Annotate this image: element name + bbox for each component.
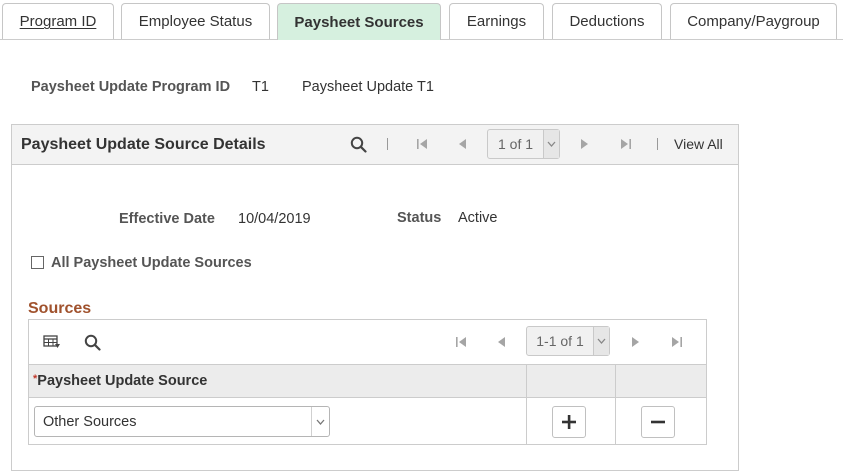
tab-program-id[interactable]: Program ID bbox=[2, 3, 114, 39]
next-icon[interactable] bbox=[629, 333, 643, 351]
chevron-down-icon bbox=[543, 130, 559, 158]
plus-icon bbox=[561, 414, 577, 430]
column-divider bbox=[526, 365, 527, 444]
tab-label: Earnings bbox=[466, 13, 527, 30]
all-sources-checkbox[interactable] bbox=[31, 256, 44, 269]
tab-label: Program ID bbox=[19, 13, 97, 30]
details-pager-select[interactable]: 1 of 1 bbox=[487, 129, 560, 159]
sources-grid-toolbar: 1-1 of 1 bbox=[29, 320, 706, 365]
column-header-label: Paysheet Update Source bbox=[37, 373, 208, 389]
source-details-header: Paysheet Update Source Details 1 of 1 Vi… bbox=[12, 125, 738, 165]
effective-date-value: 10/04/2019 bbox=[238, 211, 311, 227]
last-page-icon[interactable] bbox=[669, 333, 685, 351]
status-label: Status bbox=[397, 210, 442, 226]
source-details-title: Paysheet Update Source Details bbox=[21, 136, 266, 153]
column-header-paysheet-update-source: *Paysheet Update Source bbox=[33, 373, 207, 389]
tab-earnings[interactable]: Earnings bbox=[449, 3, 544, 39]
search-icon[interactable] bbox=[82, 332, 102, 352]
previous-icon[interactable] bbox=[455, 135, 469, 153]
previous-icon[interactable] bbox=[494, 333, 508, 351]
sources-grid-header: *Paysheet Update Source bbox=[29, 365, 706, 398]
last-page-icon[interactable] bbox=[618, 135, 634, 153]
minus-icon bbox=[650, 414, 666, 430]
toolbar-separator bbox=[657, 138, 658, 150]
tab-company-paygroup[interactable]: Company/Paygroup bbox=[670, 3, 837, 39]
chevron-down-icon bbox=[593, 327, 609, 355]
tab-employee-status[interactable]: Employee Status bbox=[121, 3, 270, 39]
paysheet-update-source-value: Other Sources bbox=[43, 414, 137, 430]
effective-date-label: Effective Date bbox=[119, 211, 215, 227]
tab-label: Deductions bbox=[569, 13, 645, 30]
view-all-link[interactable]: View All bbox=[674, 136, 723, 152]
search-icon[interactable] bbox=[348, 134, 368, 154]
sources-pager-select[interactable]: 1-1 of 1 bbox=[526, 326, 610, 356]
details-pager-text: 1 of 1 bbox=[497, 136, 534, 152]
tab-paysheet-sources[interactable]: Paysheet Sources bbox=[277, 3, 441, 40]
paysheet-update-source-select[interactable]: Other Sources bbox=[34, 406, 330, 437]
chevron-down-icon bbox=[311, 407, 329, 436]
first-page-icon[interactable] bbox=[414, 135, 430, 153]
tab-deductions[interactable]: Deductions bbox=[552, 3, 662, 39]
column-divider bbox=[615, 365, 616, 444]
sources-pager-text: 1-1 of 1 bbox=[536, 333, 584, 349]
program-id-label: Paysheet Update Program ID bbox=[31, 79, 231, 95]
delete-row-button[interactable] bbox=[641, 406, 675, 438]
sources-grid: 1-1 of 1 *Paysheet Update Source Other S… bbox=[28, 319, 707, 445]
status-value: Active bbox=[458, 210, 498, 226]
next-icon[interactable] bbox=[578, 135, 592, 153]
all-sources-label: All Paysheet Update Sources bbox=[51, 255, 252, 271]
tab-label: Paysheet Sources bbox=[294, 13, 424, 31]
sources-title: Sources bbox=[28, 300, 92, 317]
program-id-value: T1 bbox=[252, 79, 269, 95]
toolbar-separator bbox=[387, 138, 388, 150]
add-row-button[interactable] bbox=[552, 406, 586, 438]
first-page-icon[interactable] bbox=[453, 333, 469, 351]
tab-label: Employee Status bbox=[138, 13, 253, 30]
personalize-grid-icon[interactable] bbox=[42, 333, 62, 351]
tab-label: Company/Paygroup bbox=[687, 13, 820, 30]
program-description: Paysheet Update T1 bbox=[302, 79, 434, 95]
tab-bar: Program ID Employee Status Paysheet Sour… bbox=[0, 0, 843, 40]
